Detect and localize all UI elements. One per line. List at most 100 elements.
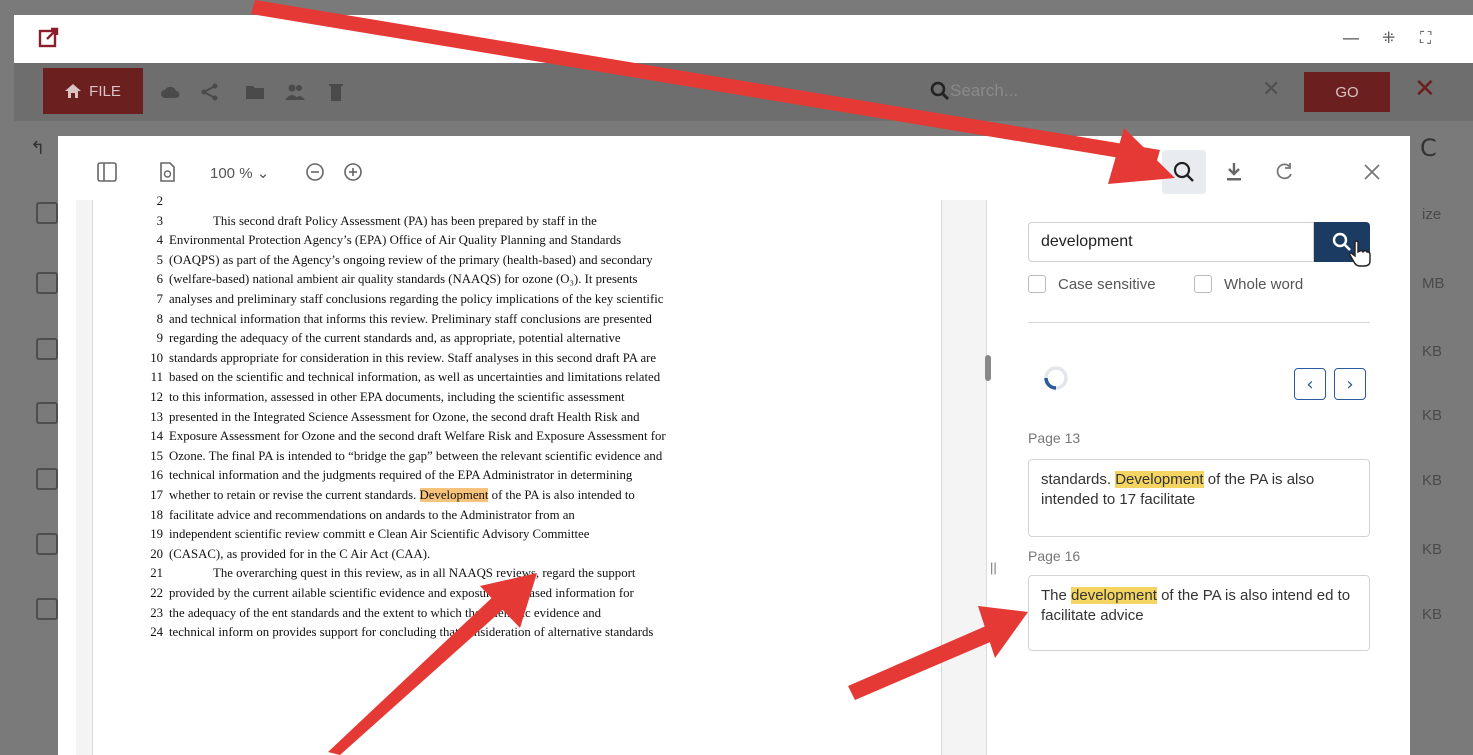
line-number: 16 [150, 468, 163, 483]
case-sensitive-option[interactable]: Case sensitive [1028, 275, 1156, 293]
line-text: to this information, assessed in other E… [169, 390, 625, 404]
line-number: 15 [150, 448, 163, 463]
trash-icon[interactable] [326, 82, 346, 102]
row-checkbox[interactable] [36, 202, 58, 224]
file-size: KB [1422, 407, 1443, 424]
minimize-icon[interactable]: — [1342, 28, 1360, 49]
line-number: 5 [156, 252, 163, 267]
panel-divider [986, 200, 987, 755]
document-viewer-modal: 100 % ⌄ 2 3 This second draft Policy Asses… [58, 136, 1410, 755]
result-highlight: development [1071, 587, 1157, 604]
up-level-icon[interactable]: ↰ [30, 138, 45, 159]
search-result-card[interactable]: The development of the PA is also intend… [1028, 575, 1370, 651]
previous-result-button[interactable]: ‹ [1294, 368, 1326, 400]
users-icon[interactable] [285, 82, 305, 102]
whole-word-option[interactable]: Whole word [1194, 275, 1303, 293]
line-number: 10 [150, 350, 163, 365]
row-checkbox[interactable] [36, 272, 58, 294]
go-button[interactable]: GO [1304, 72, 1390, 112]
document-line: 23 the adequacy of the ent standards and … [150, 606, 601, 621]
sidebar-toggle-icon[interactable] [96, 161, 118, 183]
row-checkbox[interactable] [36, 598, 58, 620]
loading-spinner-icon [1044, 366, 1068, 390]
line-number: 22 [150, 586, 163, 600]
document-line: 18 facilitate advice and recommendations … [150, 507, 575, 523]
search-result-card[interactable]: standards. Development of the PA is also… [1028, 459, 1370, 537]
line-text: (welfare-based) national ambient air qua… [169, 272, 638, 287]
document-line: 6 (welfare-based) national ambient air qu… [157, 272, 638, 287]
search-toggle-button[interactable] [1162, 150, 1206, 194]
line-text: whether to retain or revise the current … [169, 488, 420, 502]
line-number: 9 [156, 331, 163, 346]
search-icon [1173, 161, 1194, 182]
line-text: Environmental Protection Agency’s (EPA) … [169, 233, 622, 248]
zoom-in-icon[interactable] [342, 161, 364, 183]
download-icon [1227, 163, 1241, 181]
download-button[interactable] [1212, 150, 1256, 194]
line-text: technical inform on provides support for… [169, 625, 654, 640]
document-area[interactable]: 2 3 This second draft Policy Assessment (P… [76, 194, 986, 755]
outer-search-input[interactable]: Search... [930, 76, 1290, 106]
search-input[interactable]: development [1028, 222, 1314, 262]
chevron-left-icon: ‹ [1306, 373, 1314, 395]
line-text: provided by the current ailable scientif… [169, 586, 634, 600]
line-number: 24 [150, 625, 163, 640]
zoom-level[interactable]: 100 % ⌄ [210, 164, 269, 182]
viewer-toolbar: 100 % ⌄ [58, 136, 1410, 200]
external-link-icon[interactable] [38, 27, 60, 49]
row-checkbox[interactable] [36, 338, 58, 360]
whole-word-checkbox[interactable] [1194, 275, 1212, 293]
case-sensitive-checkbox[interactable] [1028, 275, 1046, 293]
document-page: 2 3 This second draft Policy Assessment (P… [92, 194, 942, 755]
line-number: 8 [156, 311, 163, 326]
document-line: 4 Environmental Protection Agency’s (EPA)… [157, 233, 622, 248]
line-text: based on the scientific and technical in… [169, 370, 661, 385]
document-line: 16 technical information and the judgment… [150, 468, 632, 483]
file-size: KB [1422, 472, 1443, 489]
folder-icon[interactable] [245, 82, 265, 102]
row-checkbox[interactable] [36, 402, 58, 424]
hand-cursor-icon [1348, 240, 1371, 267]
search-panel: development Case sensitive Whole word ‹ … [1008, 200, 1410, 755]
result-highlight: Development [1115, 471, 1204, 488]
line-number: 17 [150, 488, 163, 502]
row-checkbox[interactable] [36, 533, 58, 555]
close-icon[interactable]: ✕ [1414, 74, 1436, 104]
document-icon[interactable] [156, 161, 178, 183]
document-line: 10 standards appropriate for consideratio… [150, 351, 656, 366]
resize-handle-icon[interactable]: || [990, 560, 997, 575]
whole-word-label: Whole word [1224, 275, 1304, 293]
close-viewer-button[interactable] [1350, 150, 1394, 194]
document-line: 12 to this information, assessed in other… [150, 390, 625, 405]
zoom-out-icon[interactable] [304, 161, 326, 183]
collapse-icon[interactable]: ⁜ [1382, 28, 1395, 47]
next-result-button[interactable]: › [1334, 368, 1366, 400]
document-line: 22 provided by the current ailable scient… [150, 586, 634, 601]
clear-search-icon[interactable]: ✕ [1262, 77, 1280, 102]
refresh-button[interactable] [1262, 150, 1306, 194]
file-button[interactable]: FILE [43, 68, 143, 114]
cloud-upload-icon[interactable] [160, 82, 180, 102]
document-scrollbar[interactable] [985, 355, 991, 381]
background-refresh-icon[interactable]: C [1420, 134, 1437, 162]
document-line: 17 whether to retain or revise the curren… [150, 488, 635, 503]
result-page-label: Page 16 [1028, 548, 1081, 564]
case-sensitive-label: Case sensitive [1058, 275, 1156, 293]
line-number: 18 [150, 507, 163, 522]
fullscreen-icon[interactable]: ⛶ [1420, 28, 1431, 48]
line-text: facilitate advice and recommendations on… [169, 507, 575, 522]
result-page-label: Page 13 [1028, 430, 1081, 446]
line-text: presented in the Integrated Science Asse… [169, 409, 640, 424]
outer-titlebar: — ⁜ ⛶ [14, 15, 1473, 63]
document-line: 5 (OAQPS) as part of the Agency’s ongoing… [157, 253, 653, 268]
document-line: 19 independent scientific review committ … [150, 527, 589, 542]
row-checkbox[interactable] [36, 468, 58, 490]
line-number: 3 [156, 213, 163, 228]
document-line: 20 (CASAC), as provided for in the C Air … [150, 546, 431, 562]
line-text: analyses and preliminary staff conclusio… [169, 292, 664, 306]
line-text: and technical information that informs t… [169, 311, 652, 326]
line-text: (CASAC), as provided for in the C Air Ac… [169, 546, 431, 561]
share-icon[interactable] [200, 82, 220, 102]
line-text: of the PA is also intended to [488, 488, 635, 502]
document-line: 9 regarding the adequacy of the current s… [157, 331, 621, 346]
